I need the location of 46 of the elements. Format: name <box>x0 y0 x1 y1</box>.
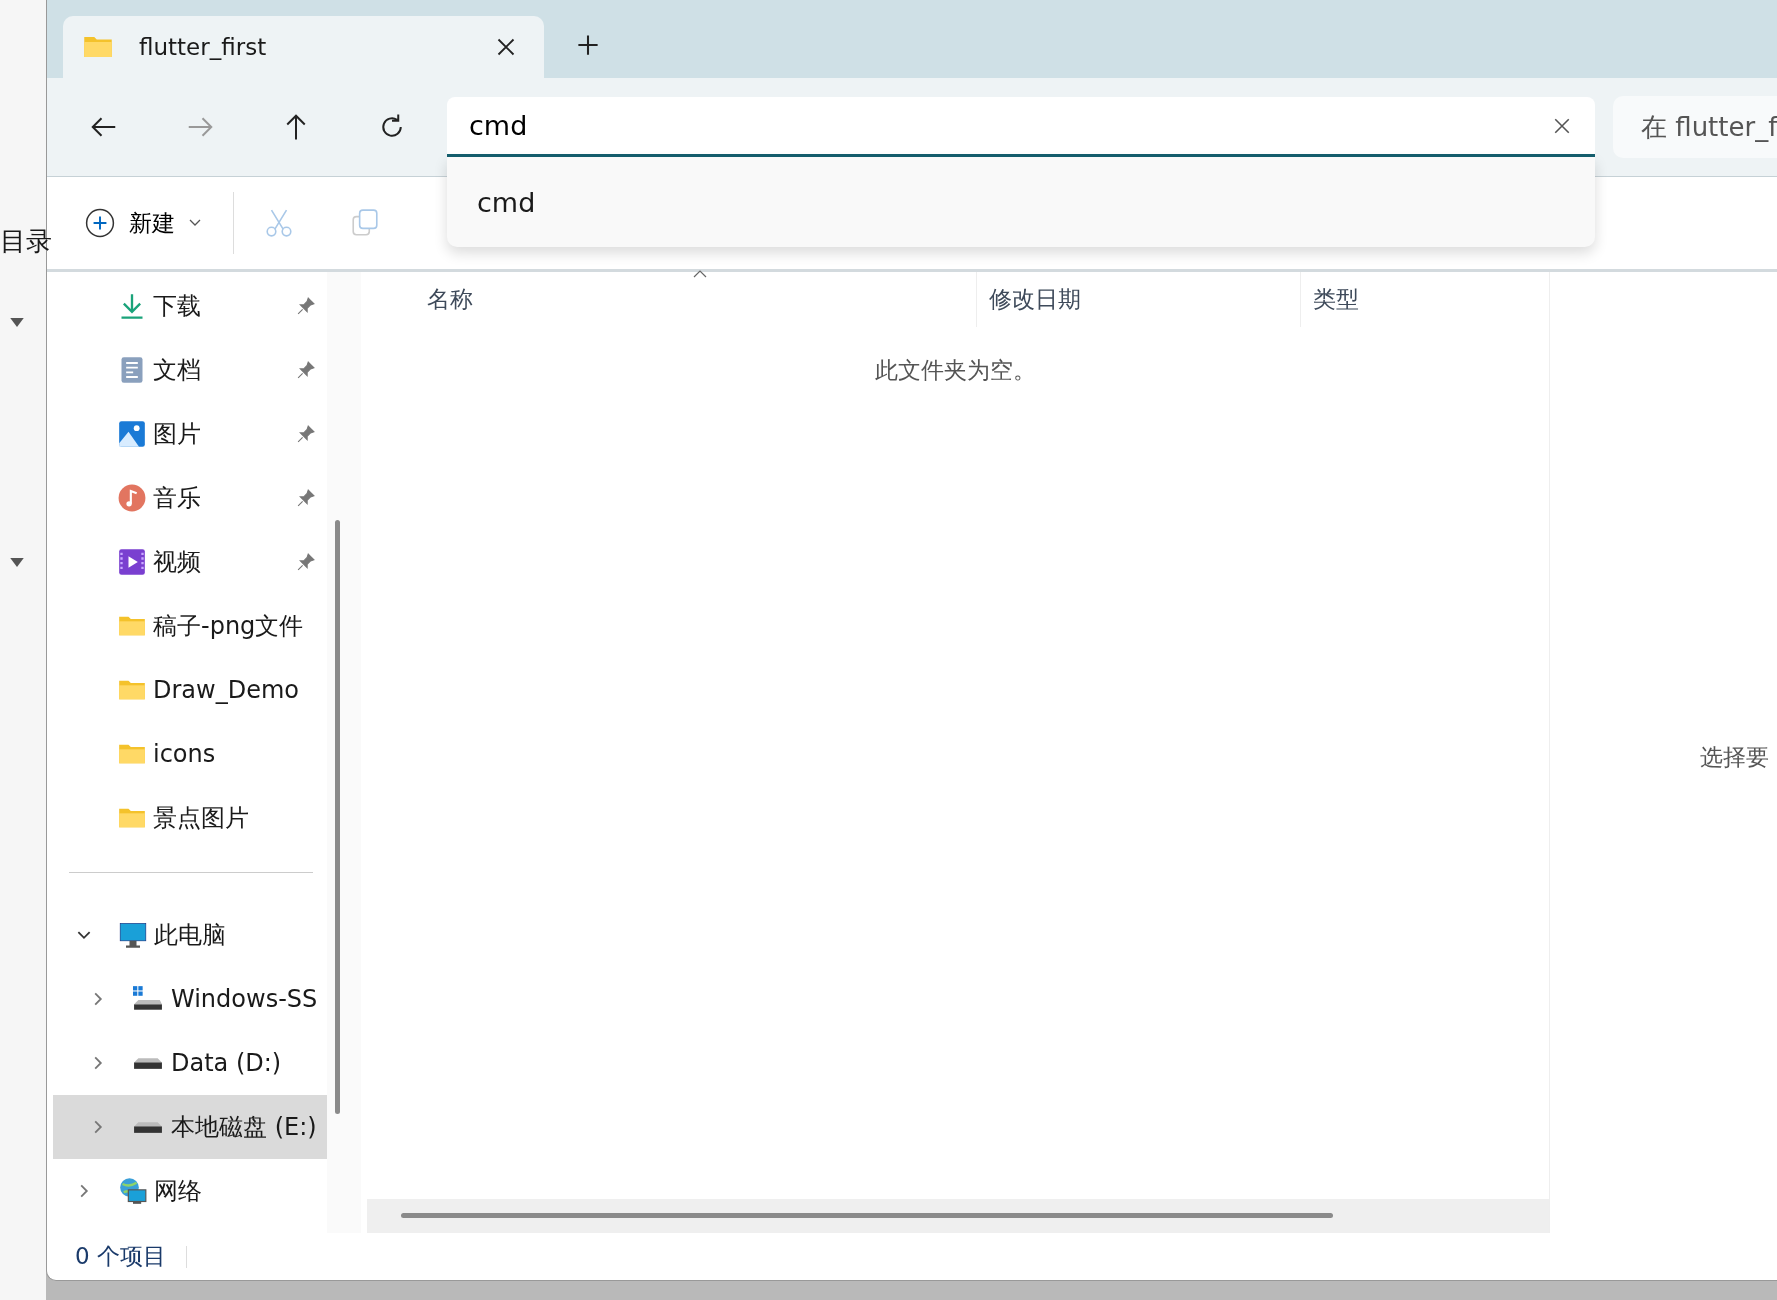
sidebar-item[interactable]: 图片 <box>47 402 327 466</box>
close-icon[interactable] <box>496 37 516 57</box>
sort-ascending-icon <box>693 270 708 278</box>
sidebar-item[interactable]: 视频 <box>47 530 327 594</box>
video-icon <box>118 548 146 576</box>
music-note-icon <box>118 484 146 512</box>
details-pane-message: 选择要 <box>1700 743 1769 772</box>
plus-circle-icon <box>85 208 115 238</box>
triangle-icon <box>10 318 24 327</box>
empty-folder-message: 此文件夹为空。 <box>874 356 1036 385</box>
column-header[interactable]: 类型 <box>1301 272 1549 327</box>
drive-item[interactable]: 本地磁盘 (E:) <box>53 1095 327 1159</box>
item-count: 0 个项目 <box>75 1242 166 1271</box>
column-header[interactable]: 名称 <box>361 272 977 327</box>
document-icon <box>118 356 146 384</box>
sidebar-item[interactable]: icons <box>47 722 327 786</box>
search-field[interactable]: 在 flutter_f <box>1613 96 1777 158</box>
drive-item[interactable]: Windows-SS <box>47 967 327 1031</box>
network-globe-icon <box>119 1177 147 1205</box>
column-header[interactable]: 修改日期 <box>977 272 1301 327</box>
drive-icon <box>133 1056 163 1070</box>
chevron-down-icon <box>189 219 201 227</box>
scrollbar-thumb[interactable] <box>401 1213 1333 1218</box>
tab-title: flutter_first <box>139 34 268 60</box>
background-window-heading: 目录 <box>0 225 52 258</box>
sidebar-item[interactable]: 下载 <box>47 274 327 338</box>
address-field[interactable]: cmd <box>447 97 1595 157</box>
clear-icon[interactable] <box>1553 117 1571 135</box>
this-pc-label[interactable]: 此电脑 <box>154 919 315 951</box>
sidebar-item[interactable]: 稿子-png文件 <box>47 594 327 658</box>
picture-icon <box>118 420 146 448</box>
sidebar-item[interactable]: Draw_Demo <box>47 658 327 722</box>
sidebar-item[interactable]: 景点图片 <box>47 786 327 850</box>
suggestion-item[interactable]: cmd <box>447 157 536 247</box>
tab[interactable]: flutter_first <box>63 16 544 78</box>
system-drive-icon <box>133 985 163 1013</box>
sidebar-item[interactable]: 音乐 <box>47 466 327 530</box>
triangle-icon <box>10 558 24 567</box>
drive-item[interactable]: Data (D:) <box>47 1031 327 1095</box>
new-button[interactable]: 新建 <box>79 199 207 247</box>
drive-icon <box>133 1120 163 1134</box>
plus-icon[interactable] <box>577 34 599 56</box>
network-label[interactable]: 网络 <box>154 1175 315 1207</box>
monitor-icon <box>119 921 147 949</box>
sidebar-item[interactable]: 文档 <box>47 338 327 402</box>
scrollbar-thumb[interactable] <box>335 520 340 1114</box>
